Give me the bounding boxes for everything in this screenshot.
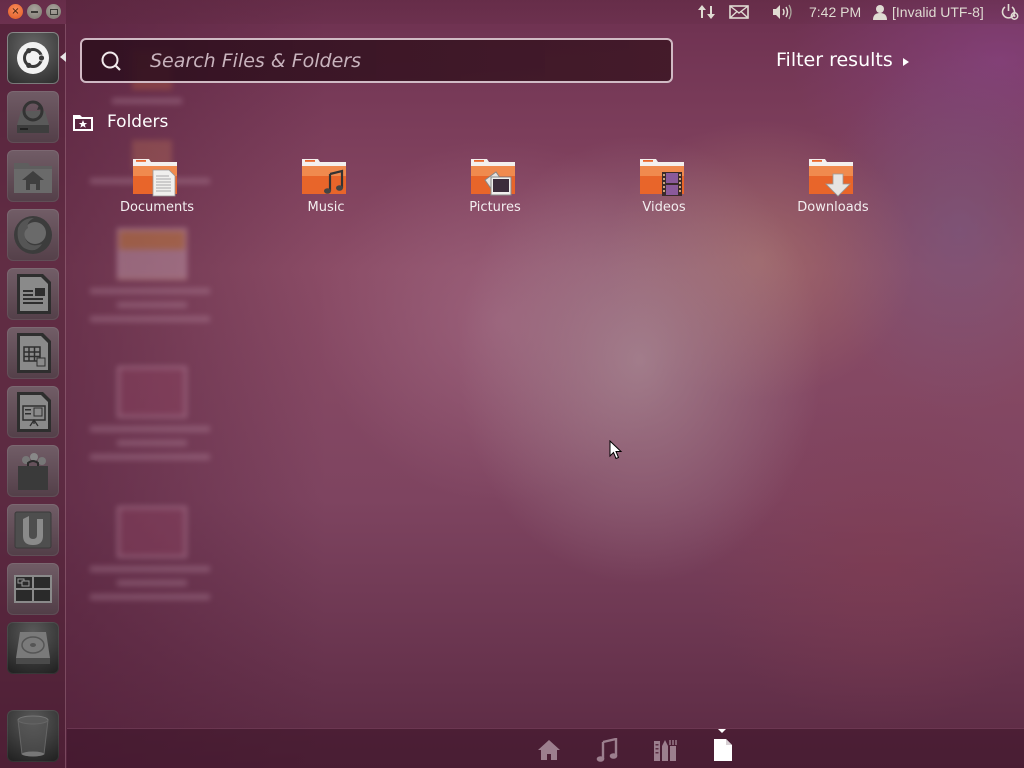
power-gear-icon xyxy=(1001,4,1019,20)
filter-results-label: Filter results xyxy=(776,49,893,71)
folder-label: Pictures xyxy=(469,200,521,215)
triangle-right-icon xyxy=(902,57,909,66)
workspace-grid-icon xyxy=(14,575,52,603)
category-header-folders: Folders xyxy=(72,112,168,132)
folder-documents-icon xyxy=(133,159,177,197)
folder-label: Downloads xyxy=(797,200,869,215)
folder-pictures-icon xyxy=(471,159,515,196)
writer-document-icon xyxy=(17,274,51,314)
mouse-cursor-icon xyxy=(609,440,623,460)
folder-downloads-icon xyxy=(809,159,853,197)
launcher-item-update-manager[interactable] xyxy=(7,91,59,143)
clock-text: 7:42 PM xyxy=(809,4,862,20)
folder-label: Documents xyxy=(119,200,195,215)
search-box[interactable] xyxy=(80,38,673,83)
launcher-item-software-center[interactable] xyxy=(7,445,59,497)
mail-envelope-icon xyxy=(729,5,749,19)
music-lens-icon xyxy=(596,738,618,762)
folder-music-icon xyxy=(302,159,346,194)
lens-bar xyxy=(67,728,1024,768)
ubuntu-one-icon xyxy=(14,511,52,549)
launcher xyxy=(0,24,66,768)
clock-indicator[interactable]: 7:42 PM xyxy=(809,0,861,24)
impress-presentation-icon xyxy=(17,392,51,432)
network-updown-icon xyxy=(698,5,715,19)
user-indicator[interactable]: [Invalid UTF-8] xyxy=(873,0,984,24)
folder-item-music[interactable]: Music xyxy=(261,156,391,226)
launcher-item-dash-home[interactable] xyxy=(7,32,59,84)
minimize-icon[interactable] xyxy=(27,4,42,19)
desktop-ghost-icon xyxy=(90,366,210,460)
firefox-icon xyxy=(14,216,52,254)
folder-star-icon xyxy=(73,115,93,131)
maximize-icon[interactable] xyxy=(46,4,61,19)
launcher-item-workspace-switcher[interactable] xyxy=(7,563,59,615)
minimize-glyph xyxy=(31,10,38,13)
folder-item-downloads[interactable]: Downloads xyxy=(768,156,898,226)
launcher-item-home-folder[interactable] xyxy=(7,150,59,202)
active-lens-marker xyxy=(718,729,726,733)
launcher-item-hard-drive[interactable] xyxy=(7,622,59,674)
launcher-item-ubuntu-one[interactable] xyxy=(7,504,59,556)
folder-label: Videos xyxy=(642,200,686,215)
launcher-item-trash[interactable] xyxy=(7,710,59,762)
search-input[interactable] xyxy=(150,40,671,81)
close-glyph: × xyxy=(11,5,20,17)
hard-drive-icon xyxy=(16,632,50,664)
active-launcher-arrow xyxy=(60,52,66,62)
launcher-item-libreoffice-calc[interactable] xyxy=(7,327,59,379)
folder-item-pictures[interactable]: Pictures xyxy=(430,156,560,226)
sound-indicator[interactable] xyxy=(772,0,794,24)
lens-files[interactable] xyxy=(709,737,737,763)
top-panel: × 7:42 PM [Invalid UTF-8] xyxy=(0,0,1024,24)
maximize-glyph xyxy=(49,8,58,15)
folder-videos-icon xyxy=(640,159,684,196)
launcher-item-libreoffice-impress[interactable] xyxy=(7,386,59,438)
lens-music[interactable] xyxy=(593,737,621,763)
trash-icon xyxy=(17,715,49,757)
messaging-indicator[interactable] xyxy=(729,0,749,24)
calc-spreadsheet-icon xyxy=(17,333,51,373)
folder-item-documents[interactable]: Documents xyxy=(92,156,222,226)
folder-label: Music xyxy=(307,200,345,215)
folder-item-videos[interactable]: Videos xyxy=(599,156,729,226)
close-icon[interactable]: × xyxy=(8,4,23,19)
applications-lens-icon xyxy=(654,740,677,761)
lens-home[interactable] xyxy=(535,737,563,763)
update-manager-icon xyxy=(17,100,49,133)
user-name: [Invalid UTF-8] xyxy=(892,4,984,20)
desktop-ghost-icon xyxy=(90,506,210,600)
desktop-ghost-icon xyxy=(90,228,210,322)
network-indicator[interactable] xyxy=(697,0,717,24)
search-icon xyxy=(101,51,121,71)
filter-results-button[interactable]: Filter results xyxy=(776,47,909,73)
category-title: Folders xyxy=(107,112,169,132)
launcher-item-firefox[interactable] xyxy=(7,209,59,261)
speaker-volume-icon xyxy=(773,4,792,20)
ubuntu-logo-icon xyxy=(17,42,49,74)
launcher-item-libreoffice-writer[interactable] xyxy=(7,268,59,320)
home-lens-icon xyxy=(538,740,560,760)
home-folder-icon xyxy=(14,163,52,193)
user-silhouette-icon xyxy=(873,5,887,20)
lens-applications[interactable] xyxy=(651,737,679,763)
shopping-bag-icon xyxy=(18,453,48,490)
session-indicator[interactable] xyxy=(1000,0,1020,24)
files-lens-icon xyxy=(714,739,732,761)
